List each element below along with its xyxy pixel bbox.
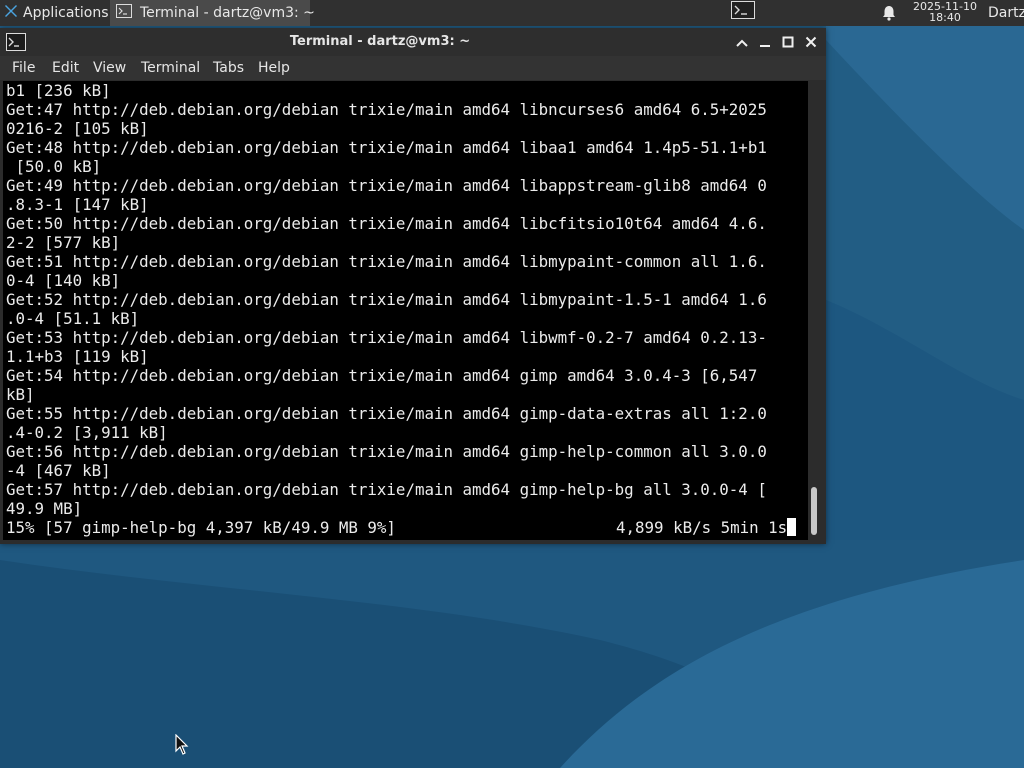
- minimize-icon: [759, 33, 771, 52]
- user-menu[interactable]: Dartz: [988, 0, 1024, 26]
- terminal-line: b1 [236 kB]: [6, 81, 111, 100]
- terminal-line: 2-2 [577 kB]: [6, 233, 121, 252]
- menu-view[interactable]: View: [93, 56, 126, 80]
- terminal-line: Get:54 http://deb.debian.org/debian trix…: [6, 366, 758, 385]
- minimize-button[interactable]: [757, 34, 773, 50]
- maximize-button[interactable]: [780, 34, 796, 50]
- terminal-line: kB]: [6, 385, 35, 404]
- menu-terminal[interactable]: Terminal: [141, 56, 200, 80]
- terminal-line: Get:49 http://deb.debian.org/debian trix…: [6, 176, 767, 195]
- terminal-line: Get:53 http://deb.debian.org/debian trix…: [6, 328, 767, 347]
- terminal-line: Get:51 http://deb.debian.org/debian trix…: [6, 252, 767, 271]
- bell-icon[interactable]: [880, 4, 898, 22]
- xfce-logo-icon: [3, 3, 19, 23]
- menu-file[interactable]: File: [12, 56, 35, 80]
- applications-menu-button[interactable]: Applications ☰: [0, 0, 122, 26]
- panel-clock[interactable]: 2025-11-10 18:40: [906, 1, 984, 23]
- terminal-line: -4 [467 kB]: [6, 461, 111, 480]
- terminal-line: Get:50 http://deb.debian.org/debian trix…: [6, 214, 767, 233]
- menu-tabs[interactable]: Tabs: [213, 56, 244, 80]
- menu-bar: File Edit View Terminal Tabs Help: [0, 56, 826, 80]
- progress-rate: 4,899 kB/s 5min 1s: [616, 518, 788, 537]
- terminal-line: Get:47 http://deb.debian.org/debian trix…: [6, 100, 767, 119]
- mouse-pointer-icon: [175, 733, 189, 760]
- taskbar-item-label: Terminal - dartz@vm3: ~: [140, 5, 315, 21]
- terminal-line: .0-4 [51.1 kB]: [6, 309, 140, 328]
- terminal-line: Get:55 http://deb.debian.org/debian trix…: [6, 404, 767, 423]
- top-panel: Applications ☰ Terminal - dartz@vm3: ~: [0, 0, 1024, 26]
- terminal-line: Get:52 http://deb.debian.org/debian trix…: [6, 290, 767, 309]
- terminal-line: [50.0 kB]: [6, 157, 102, 176]
- terminal-line: 0216-2 [105 kB]: [6, 119, 149, 138]
- terminal-line: Get:56 http://deb.debian.org/debian trix…: [6, 442, 767, 461]
- terminal-line: Get:57 http://deb.debian.org/debian trix…: [6, 480, 767, 499]
- terminal-scrollbar[interactable]: [808, 81, 823, 540]
- terminal-line: .4-0.2 [3,911 kB]: [6, 423, 168, 442]
- terminal-icon: [116, 4, 132, 22]
- terminal-window: Terminal - dartz@vm3: ~ File Edit View T…: [0, 28, 826, 544]
- window-titlebar[interactable]: Terminal - dartz@vm3: ~: [0, 28, 826, 56]
- window-title: Terminal - dartz@vm3: ~: [289, 34, 471, 49]
- applications-label: Applications: [23, 5, 109, 21]
- shade-button[interactable]: [734, 34, 750, 50]
- close-icon: [805, 33, 817, 52]
- progress-right: 4,899 kB/s 5min 1s: [616, 518, 797, 537]
- chevron-up-icon: [736, 33, 748, 52]
- terminal-line: 49.9 MB]: [6, 499, 83, 518]
- maximize-icon: [782, 33, 794, 52]
- progress-left: 15% [57 gimp-help-bg 4,397 kB/49.9 MB 9%…: [6, 518, 396, 537]
- clock-time: 18:40: [929, 11, 961, 24]
- terminal-icon: [731, 1, 755, 23]
- scrollbar-thumb[interactable]: [811, 487, 817, 535]
- terminal-line: 0-4 [140 kB]: [6, 271, 121, 290]
- terminal-output[interactable]: b1 [236 kB] Get:47 http://deb.debian.org…: [3, 81, 808, 540]
- close-button[interactable]: [803, 34, 819, 50]
- menu-help[interactable]: Help: [258, 56, 290, 80]
- text-cursor: [787, 518, 797, 536]
- terminal-line: Get:48 http://deb.debian.org/debian trix…: [6, 138, 767, 157]
- terminal-line: .8.3-1 [147 kB]: [6, 195, 149, 214]
- menu-edit[interactable]: Edit: [52, 56, 79, 80]
- taskbar-item-terminal[interactable]: Terminal - dartz@vm3: ~: [110, 0, 315, 26]
- terminal-launcher-button[interactable]: [729, 1, 757, 23]
- terminal-line: 1.1+b3 [119 kB]: [6, 347, 149, 366]
